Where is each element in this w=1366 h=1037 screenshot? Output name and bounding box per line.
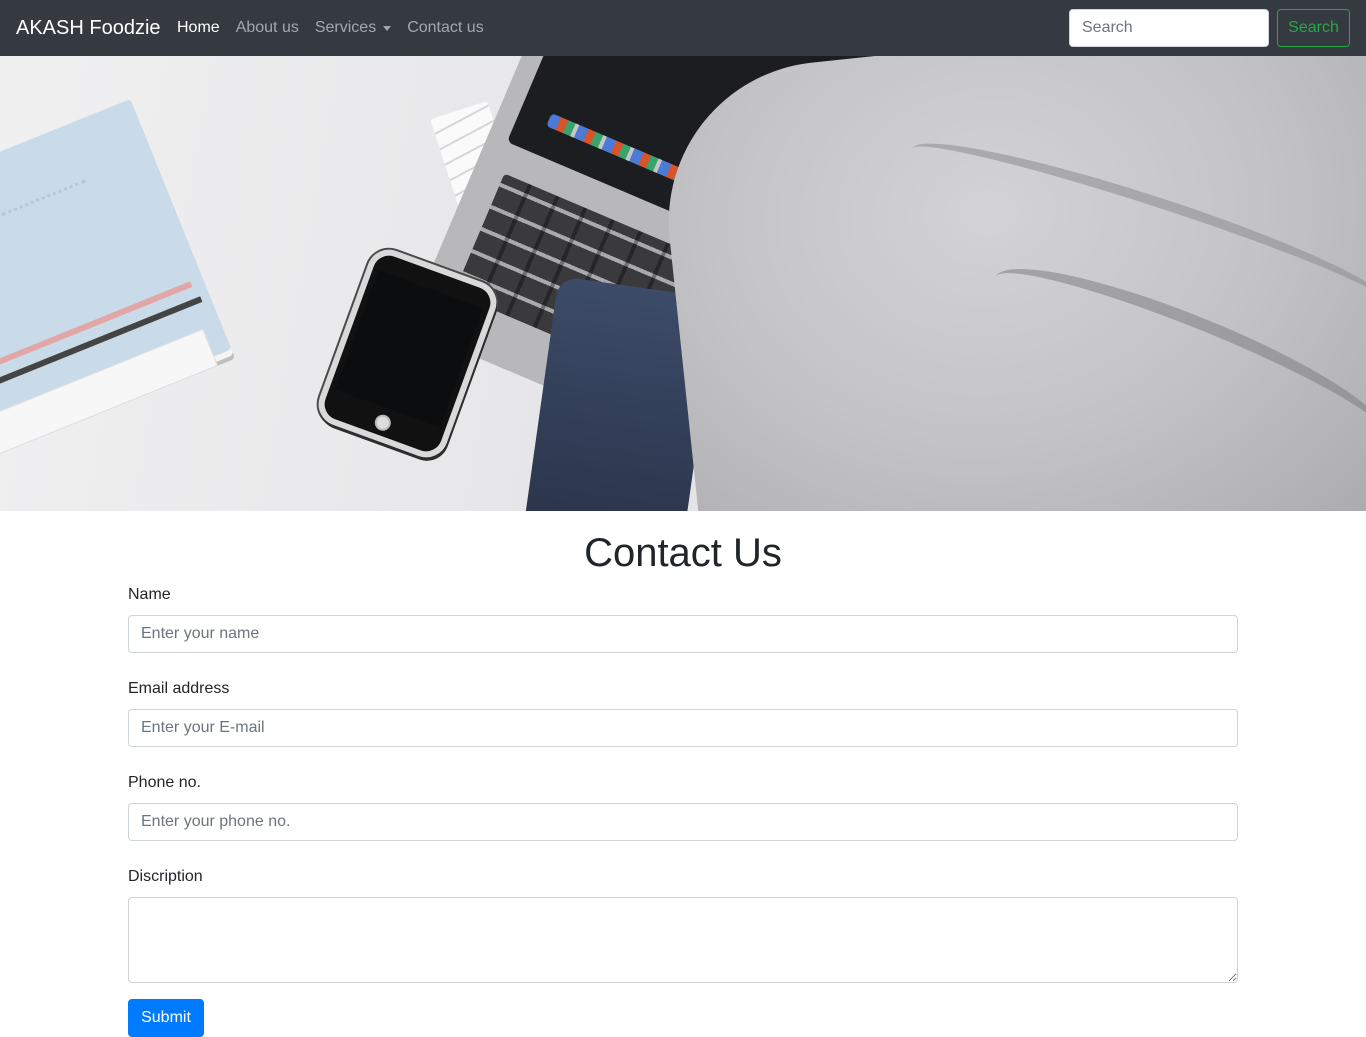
phone-label: Phone no. (128, 774, 201, 791)
description-field[interactable] (128, 897, 1238, 983)
search-input[interactable] (1069, 9, 1269, 47)
caret-down-icon (383, 25, 392, 31)
nav-link-services[interactable]: Services (307, 16, 399, 40)
search-button[interactable]: Search (1277, 9, 1350, 47)
description-label: Discription (128, 868, 203, 885)
nav-link-home[interactable]: Home (169, 16, 228, 40)
page-title: Contact Us (584, 531, 782, 575)
phone-screen (335, 270, 484, 428)
contact-form: Name Email address Phone no. Discription… (128, 583, 1238, 1037)
nav-link-about[interactable]: About us (228, 16, 307, 40)
phone-home-button (372, 412, 393, 433)
top-navbar: AKASH Foodzie Home About us Services Con… (0, 0, 1366, 56)
name-label: Name (128, 586, 171, 603)
nav-links: Home About us Services Contact us (169, 0, 492, 56)
phone-field[interactable] (128, 803, 1238, 841)
submit-button[interactable]: Submit (128, 999, 204, 1037)
email-label: Email address (128, 680, 230, 697)
nav-link-services-label: Services (314, 19, 377, 36)
email-field[interactable] (128, 709, 1238, 747)
hero-image (0, 56, 1366, 511)
nav-link-contact[interactable]: Contact us (399, 16, 491, 40)
name-field[interactable] (128, 615, 1238, 653)
brand-link[interactable]: AKASH Foodzie (16, 15, 161, 41)
